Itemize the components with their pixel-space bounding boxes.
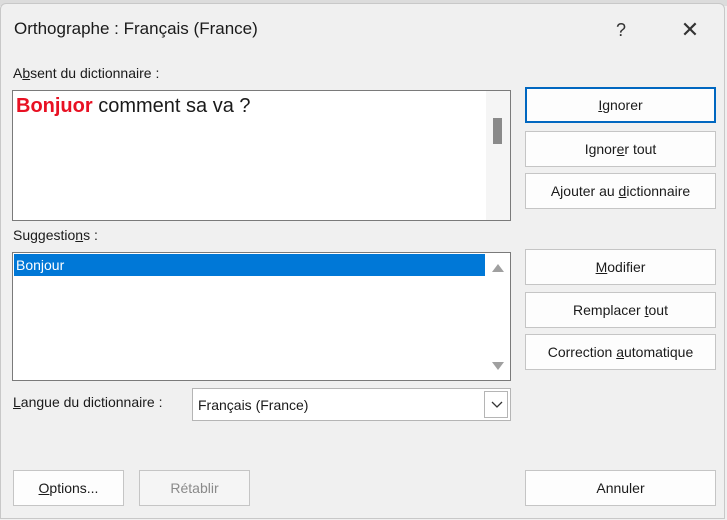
modify-button[interactable]: Modifier	[525, 249, 716, 285]
close-button[interactable]: ✕	[673, 14, 707, 46]
dictionary-language-select[interactable]: Français (France)	[192, 388, 511, 421]
chevron-down-icon	[491, 401, 503, 408]
autocorrect-button[interactable]: Correction automatique	[525, 334, 716, 370]
replace-all-button[interactable]: Remplacer tout	[525, 292, 716, 328]
help-button[interactable]: ?	[607, 16, 635, 44]
scroll-down-icon[interactable]	[492, 362, 504, 370]
not-in-dictionary-label: Absent du dictionnaire :	[13, 65, 160, 81]
sentence-text: Bonjuor comment sa va ?	[16, 95, 251, 118]
textbox-scrollbar[interactable]	[486, 91, 510, 220]
dialog-title: Orthographe : Français (France)	[14, 19, 258, 38]
options-button[interactable]: Options...	[13, 470, 124, 506]
suggestions-scrollbar[interactable]	[486, 253, 510, 380]
dropdown-button[interactable]	[484, 391, 508, 418]
ignore-button[interactable]: Ignorer	[525, 87, 716, 123]
not-in-dictionary-textbox[interactable]: Bonjuor comment sa va ?	[12, 90, 511, 221]
scroll-up-icon[interactable]	[492, 264, 504, 272]
dictionary-language-value: Français (France)	[198, 397, 309, 413]
spelling-dialog: Orthographe : Français (France) ? ✕ Abse…	[0, 3, 725, 519]
add-to-dictionary-button[interactable]: Ajouter au dictionnaire	[525, 173, 716, 209]
restore-button[interactable]: Rétablir	[139, 470, 250, 506]
suggestion-item[interactable]: Bonjour	[14, 254, 485, 276]
suggestions-listbox[interactable]: Bonjour	[12, 252, 511, 381]
ignore-all-button[interactable]: Ignorer tout	[525, 131, 716, 167]
cancel-button[interactable]: Annuler	[525, 470, 716, 506]
dictionary-language-label: Langue du dictionnaire :	[13, 394, 163, 410]
scrollbar-thumb[interactable]	[493, 118, 502, 144]
sentence-rest: comment sa va ?	[92, 95, 251, 117]
suggestions-label: Suggestions :	[13, 227, 98, 243]
misspelled-word: Bonjuor	[16, 95, 93, 117]
